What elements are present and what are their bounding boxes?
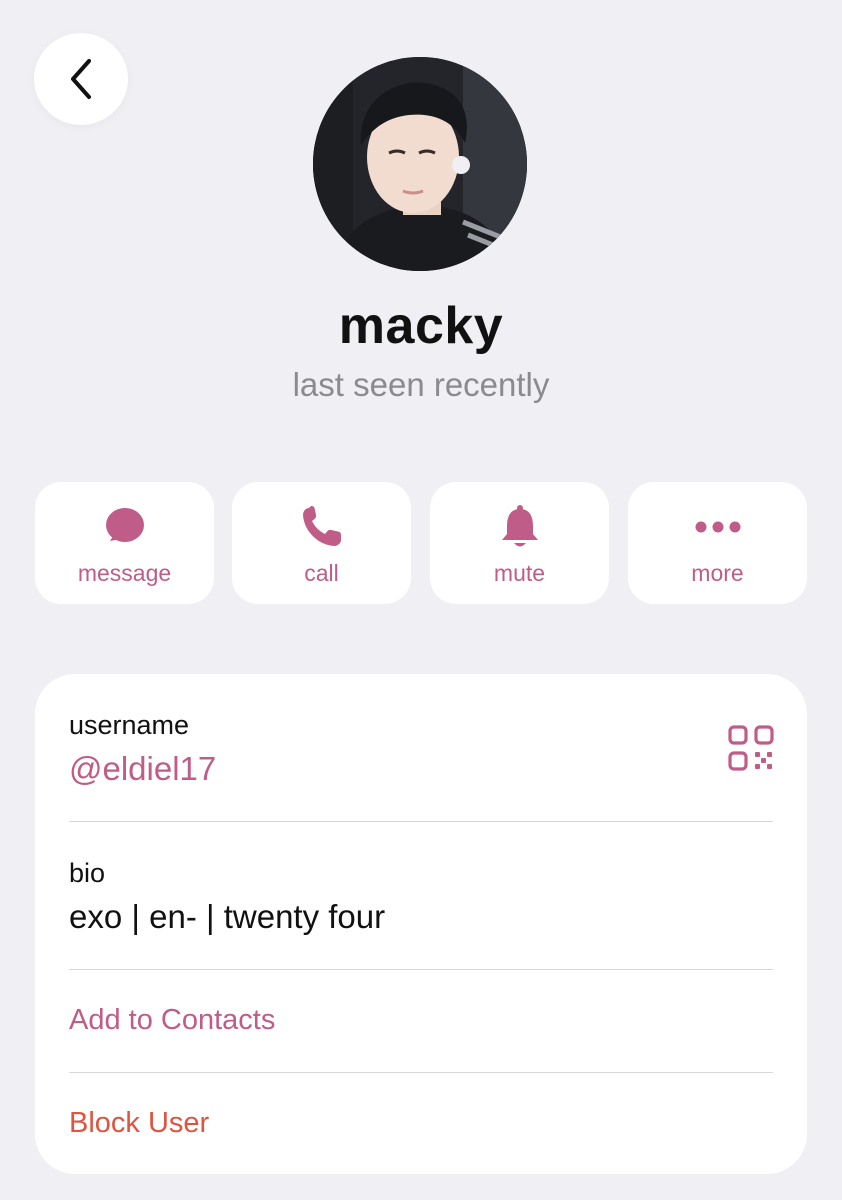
- more-button[interactable]: more: [628, 482, 807, 604]
- mute-label: mute: [493, 560, 546, 586]
- info-card: username @eldiel17 bio exo | en- | twent…: [35, 674, 807, 1174]
- block-user-button[interactable]: Block User: [69, 1107, 209, 1140]
- back-button[interactable]: [34, 33, 128, 125]
- add-to-contacts-row[interactable]: Add to Contacts: [35, 970, 807, 1070]
- mute-button[interactable]: mute: [430, 482, 609, 604]
- bell-icon: [501, 505, 538, 547]
- username-label: username: [69, 710, 190, 740]
- action-bar: message call mute more: [35, 482, 807, 604]
- bio-label: bio: [69, 858, 106, 888]
- block-user-row[interactable]: Block User: [35, 1073, 807, 1173]
- qr-code-icon[interactable]: [727, 724, 775, 772]
- more-dots-icon: [695, 521, 740, 533]
- add-to-contacts-button[interactable]: Add to Contacts: [69, 1004, 275, 1037]
- divider: [69, 821, 773, 822]
- phone-icon: [302, 506, 341, 546]
- username-value[interactable]: @eldiel17: [69, 750, 216, 788]
- avatar[interactable]: [313, 57, 527, 271]
- more-label: more: [691, 560, 744, 586]
- call-button[interactable]: call: [232, 482, 411, 604]
- profile-photo: [313, 57, 527, 271]
- message-button[interactable]: message: [35, 482, 214, 604]
- profile-name: macky: [338, 297, 504, 355]
- chevron-left-icon: [71, 59, 91, 99]
- message-bubble-icon: [105, 508, 144, 542]
- bio-value: exo | en- | twenty four: [69, 898, 386, 935]
- message-label: message: [77, 560, 172, 586]
- last-seen-status: last seen recently: [292, 366, 550, 403]
- call-label: call: [304, 560, 339, 586]
